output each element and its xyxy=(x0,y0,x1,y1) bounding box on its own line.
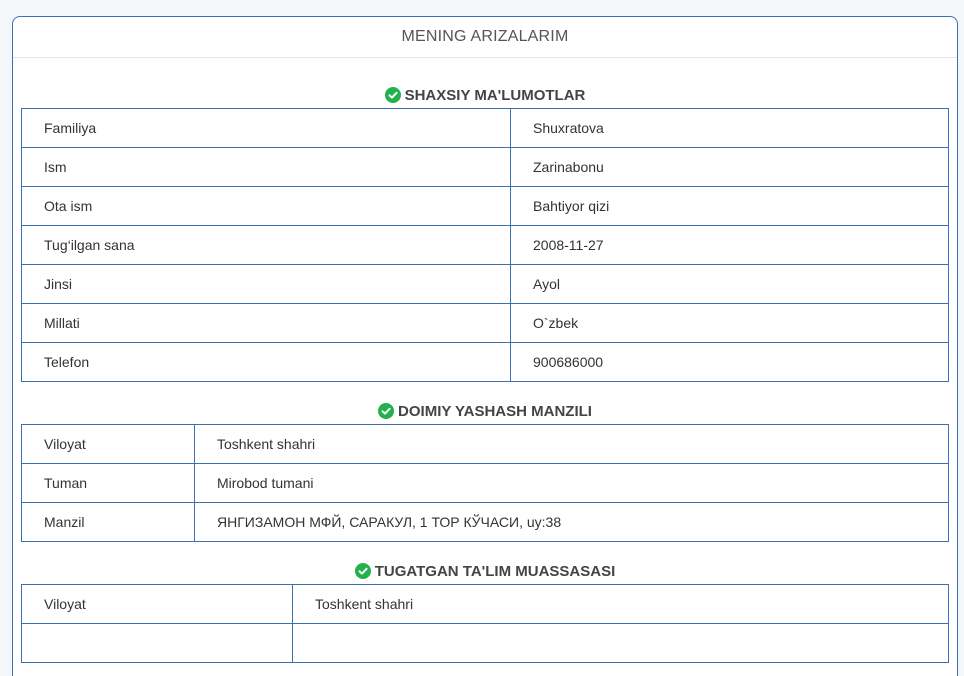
section-title-personal-info: SHAXSIY MA'LUMOTLAR xyxy=(21,82,949,108)
row-value: O`zbek xyxy=(510,303,949,343)
table-row: Viloyat Toshkent shahri xyxy=(21,584,949,624)
table-row: Jinsi Ayol xyxy=(21,264,949,304)
section-title-text: TUGATGAN TA'LIM MUASSASASI xyxy=(374,562,616,580)
row-label: Millati xyxy=(21,303,511,343)
section-title-text: DOIMIY YASHASH MANZILI xyxy=(398,402,592,420)
table-row: Ota ism Bahtiyor qizi xyxy=(21,186,949,226)
row-label: Tuman xyxy=(21,463,195,503)
check-circle-icon xyxy=(384,87,401,103)
row-value: Mirobod tumani xyxy=(194,463,949,503)
row-label: Familiya xyxy=(21,108,511,148)
table-row: Ism Zarinabonu xyxy=(21,147,949,187)
address-table: Viloyat Toshkent shahri Tuman Mirobod tu… xyxy=(21,424,949,542)
page-title: MENING ARIZALARIM xyxy=(13,17,957,58)
row-label: Manzil xyxy=(21,502,195,542)
row-value: 900686000 xyxy=(510,342,949,382)
table-row: Millati O`zbek xyxy=(21,303,949,343)
table-row: Familiya Shuxratova xyxy=(21,108,949,148)
applications-card: MENING ARIZALARIM SHAXSIY MA'LUMOTLAR Fa… xyxy=(12,16,958,676)
row-label: Viloyat xyxy=(21,584,293,624)
row-value: Ayol xyxy=(510,264,949,304)
row-value: Toshkent shahri xyxy=(194,424,949,464)
table-row xyxy=(21,623,949,663)
row-label: Viloyat xyxy=(21,424,195,464)
check-circle-icon xyxy=(354,563,371,579)
check-circle-icon xyxy=(378,403,395,419)
personal-info-table: Familiya Shuxratova Ism Zarinabonu Ota i… xyxy=(21,108,949,382)
section-permanent-address: DOIMIY YASHASH MANZILI Viloyat Toshkent … xyxy=(21,398,949,542)
row-label: Telefon xyxy=(21,342,511,382)
row-value: Zarinabonu xyxy=(510,147,949,187)
row-label: Ota ism xyxy=(21,186,511,226)
table-row: Telefon 900686000 xyxy=(21,342,949,382)
section-education: TUGATGAN TA'LIM MUASSASASI Viloyat Toshk… xyxy=(21,558,949,663)
row-label: Jinsi xyxy=(21,264,511,304)
section-title-permanent-address: DOIMIY YASHASH MANZILI xyxy=(21,398,949,424)
row-label: Ism xyxy=(21,147,511,187)
row-value xyxy=(292,623,949,663)
row-value: 2008-11-27 xyxy=(510,225,949,265)
section-title-education: TUGATGAN TA'LIM MUASSASASI xyxy=(21,558,949,584)
row-value: Bahtiyor qizi xyxy=(510,186,949,226)
table-row: Viloyat Toshkent shahri xyxy=(21,424,949,464)
section-title-text: SHAXSIY MA'LUMOTLAR xyxy=(404,86,586,104)
education-table: Viloyat Toshkent shahri xyxy=(21,584,949,663)
table-row: Tuman Mirobod tumani xyxy=(21,463,949,503)
row-value: ЯНГИЗАМОН МФЙ, САРАКУЛ, 1 ТОР КЎЧАСИ, uy… xyxy=(194,502,949,542)
row-label xyxy=(21,623,293,663)
section-personal-info: SHAXSIY MA'LUMOTLAR Familiya Shuxratova … xyxy=(21,82,949,382)
table-row: Tug‘ilgan sana 2008-11-27 xyxy=(21,225,949,265)
table-row: Manzil ЯНГИЗАМОН МФЙ, САРАКУЛ, 1 ТОР КЎЧ… xyxy=(21,502,949,542)
row-value: Shuxratova xyxy=(510,108,949,148)
row-label: Tug‘ilgan sana xyxy=(21,225,511,265)
row-value: Toshkent shahri xyxy=(292,584,949,624)
